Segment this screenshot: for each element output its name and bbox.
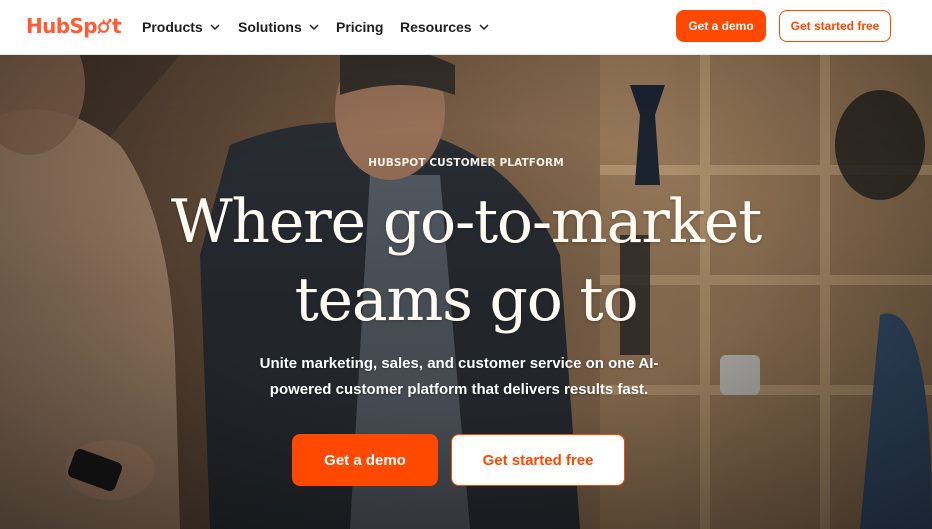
- hero-subtext: Unite marketing, sales, and customer ser…: [259, 355, 659, 398]
- chevron-down-icon: [479, 24, 489, 31]
- nav-item-label: Solutions: [238, 19, 302, 35]
- nav-item-solutions[interactable]: Solutions: [238, 0, 320, 54]
- hero-get-demo-button[interactable]: Get a demo: [292, 434, 438, 486]
- hero-headline-line1: Where go-to-market: [170, 187, 762, 257]
- top-navbar: HubSp t Products Solutions Pricing Resou…: [0, 0, 932, 55]
- logo-text-suffix: t: [112, 14, 122, 38]
- chevron-down-icon: [210, 24, 220, 31]
- nav-get-started-free-button[interactable]: Get started free: [779, 10, 891, 42]
- nav-item-products[interactable]: Products: [142, 0, 221, 54]
- sprocket-icon: [97, 18, 112, 34]
- chevron-down-icon: [309, 24, 319, 31]
- logo-text-prefix: HubSp: [26, 14, 98, 38]
- nav-item-label: Resources: [400, 19, 472, 35]
- hero-get-started-free-button[interactable]: Get started free: [451, 434, 625, 486]
- nav-get-demo-button[interactable]: Get a demo: [676, 10, 766, 42]
- hero-section: HUBSPOT CUSTOMER PLATFORM Where go-to-ma…: [0, 55, 932, 529]
- nav-item-label: Products: [142, 19, 203, 35]
- hero-headline-line2: teams go to: [294, 265, 639, 335]
- hubspot-logo[interactable]: HubSp t: [26, 12, 122, 40]
- nav-item-resources[interactable]: Resources: [400, 0, 490, 54]
- nav-item-pricing[interactable]: Pricing: [336, 0, 383, 54]
- hero-eyebrow: HUBSPOT CUSTOMER PLATFORM: [368, 157, 564, 169]
- nav-item-label: Pricing: [336, 19, 384, 35]
- hero-headline: Where go-to-market teams go to: [0, 183, 932, 339]
